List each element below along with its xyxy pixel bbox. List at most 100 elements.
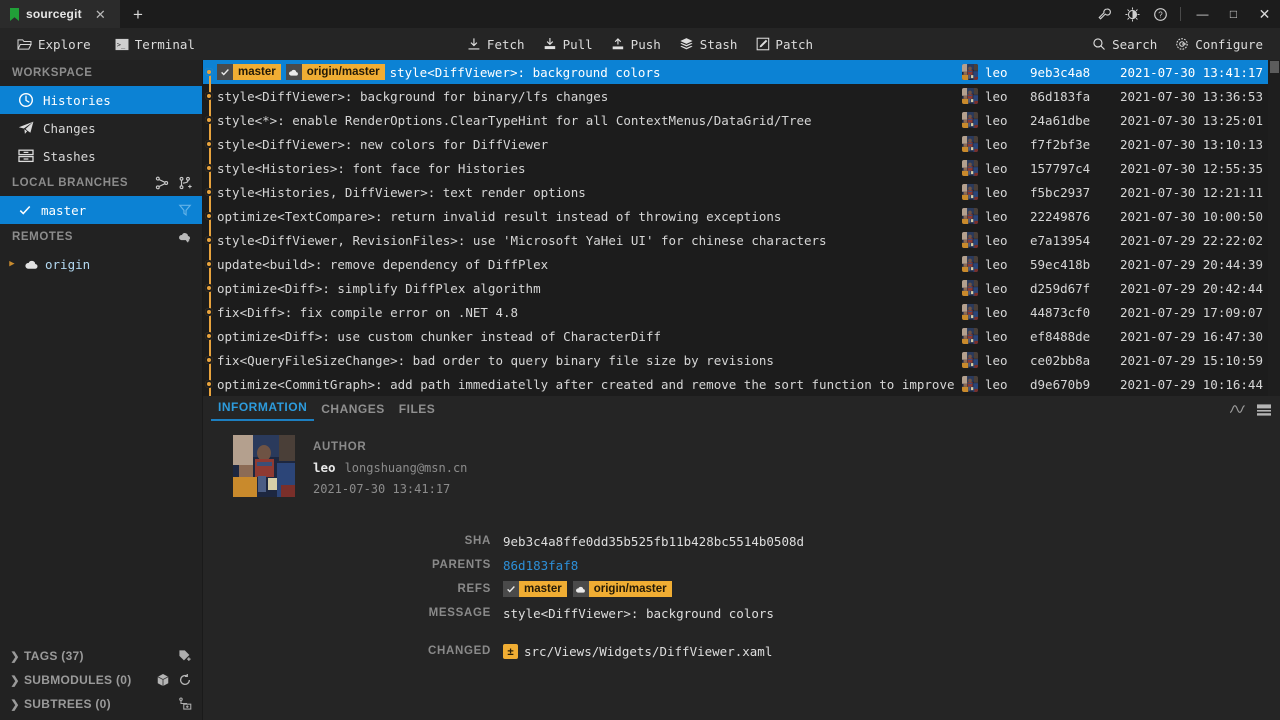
sidebar-item-stashes[interactable]: Stashes [0, 142, 202, 170]
add-tag-icon[interactable] [178, 649, 192, 663]
tab-files[interactable]: FILES [392, 396, 443, 421]
ref-badge[interactable]: origin/master [572, 581, 672, 597]
table-row[interactable]: master origin/master style<DiffViewer>: ba… [203, 60, 1280, 84]
sidebar-group-actions [178, 649, 192, 663]
ref-badge[interactable]: master [503, 581, 567, 597]
sidebar-group-submodules[interactable]: ❯ SUBMODULES (0) [0, 668, 202, 692]
commit-list-scrollbar[interactable] [1268, 60, 1280, 396]
cube-icon[interactable] [156, 673, 170, 687]
new-branch-icon[interactable] [178, 176, 192, 190]
terminal-button[interactable]: >_ Terminal [106, 28, 204, 60]
title-drag-area [156, 0, 1090, 28]
window-close-button[interactable]: ✕ [1249, 0, 1280, 28]
sidebar-group-actions [178, 697, 192, 711]
close-icon[interactable]: ✕ [93, 8, 108, 21]
commit-subject-cell: style<Histories, DiffViewer>: text rende… [217, 185, 962, 200]
commit-author-cell: leo [962, 160, 1030, 176]
chevron-right-icon[interactable]: ▶ [6, 259, 18, 269]
commit-sha-cell: ce02bb8a [1030, 352, 1091, 368]
stash-label: Stash [699, 36, 738, 52]
toolbar-right-group: Search Configure [1083, 28, 1272, 60]
sidebar-item-branch-master[interactable]: master [0, 196, 202, 224]
commit-time-cell: 2021-07-29 20:44:39 [1120, 256, 1263, 272]
maximize-button[interactable]: □ [1218, 0, 1249, 28]
sidebar-item-changes[interactable]: Changes [0, 114, 202, 142]
add-remote-icon[interactable] [177, 230, 192, 244]
commit-time-cell: 2021-07-30 13:41:17 [1120, 64, 1263, 80]
ref-badge[interactable]: master [217, 64, 281, 80]
filter-icon[interactable] [178, 203, 192, 217]
commit-list[interactable]: master origin/master style<DiffViewer>: ba… [203, 60, 1280, 396]
refs-badges: master origin/master [503, 581, 1280, 597]
explore-button[interactable]: Explore [8, 28, 100, 60]
theme-icon[interactable] [1118, 0, 1146, 28]
search-button[interactable]: Search [1083, 28, 1166, 60]
patch-label: Patch [775, 36, 814, 52]
refresh-icon[interactable] [178, 673, 192, 687]
scrollbar-thumb[interactable] [1270, 61, 1279, 73]
minimize-button[interactable]: — [1187, 0, 1218, 28]
commit-subject-cell: update<build>: remove dependency of Diff… [217, 257, 962, 272]
new-tab-button[interactable]: + [120, 0, 156, 28]
bookmark-icon [10, 7, 19, 21]
commit-author-cell: leo [962, 304, 1030, 320]
pull-button[interactable]: Pull [534, 28, 602, 60]
commit-graph-cell [203, 252, 217, 276]
table-row[interactable]: style<DiffViewer>: new colors for DiffVi… [203, 132, 1280, 156]
commit-author-cell: leo [962, 328, 1030, 344]
push-button[interactable]: Push [602, 28, 670, 60]
table-row[interactable]: style<DiffViewer>: background for binary… [203, 84, 1280, 108]
table-row[interactable]: style<Histories>: font face for Historie… [203, 156, 1280, 180]
table-row[interactable]: optimize<TextCompare>: return invalid re… [203, 204, 1280, 228]
chevron-right-icon: ❯ [10, 698, 20, 711]
table-row[interactable]: style<*>: enable RenderOptions.ClearType… [203, 108, 1280, 132]
search-icon [1092, 37, 1106, 51]
parent-sha-link[interactable]: 86d183faf8 [503, 558, 1280, 573]
table-row[interactable]: style<DiffViewer, RevisionFiles>: use 'M… [203, 228, 1280, 252]
avatar [962, 376, 978, 392]
terminal-label: Terminal [134, 36, 195, 52]
ref-badge[interactable]: origin/master [285, 64, 385, 80]
patch-button[interactable]: Patch [746, 28, 822, 60]
repo-tab[interactable]: sourcegit ✕ [0, 0, 120, 28]
graph-node-icon [205, 212, 213, 220]
commit-author-cell: leo [962, 232, 1030, 248]
commit-graph-cell [203, 324, 217, 348]
table-row[interactable]: optimize<Diff>: use custom chunker inste… [203, 324, 1280, 348]
layout-split-icon[interactable] [1256, 403, 1272, 417]
sidebar-item-label: master [41, 202, 87, 218]
branch-compare-icon[interactable] [155, 176, 169, 190]
wrench-icon[interactable] [1090, 0, 1118, 28]
cloud-icon [24, 258, 39, 271]
field-value[interactable]: 9eb3c4a8ffe0dd35b525fb11b428bc5514b0508d [503, 534, 1280, 549]
changed-file-row[interactable]: ± src/Views/Widgets/DiffViewer.xaml [503, 643, 1280, 659]
configure-button[interactable]: Configure [1166, 28, 1272, 60]
field-parents: PARENTS 86d183faf8 [203, 553, 1280, 577]
tab-changes[interactable]: CHANGES [314, 396, 392, 421]
sidebar-item-remote-origin[interactable]: ▶ origin [0, 250, 202, 278]
fetch-button[interactable]: Fetch [458, 28, 534, 60]
sidebar-group-actions [155, 176, 192, 190]
sidebar-item-histories[interactable]: Histories [0, 86, 202, 114]
table-row[interactable]: fix<QueryFileSizeChange>: bad order to q… [203, 348, 1280, 372]
add-subtree-icon[interactable] [178, 697, 192, 711]
table-row[interactable]: style<Histories, DiffViewer>: text rende… [203, 180, 1280, 204]
table-row[interactable]: optimize<CommitGraph>: add path immediat… [203, 372, 1280, 396]
commit-graph-cell [203, 108, 217, 132]
avatar [962, 136, 978, 152]
table-row[interactable]: optimize<Diff>: simplify DiffPlex algori… [203, 276, 1280, 300]
stash-button[interactable]: Stash [670, 28, 747, 60]
graph-wave-icon[interactable] [1229, 402, 1246, 417]
graph-node-icon [205, 92, 213, 100]
sidebar-group-tags[interactable]: ❯ TAGS (37) [0, 644, 202, 668]
sidebar-group-label: WORKSPACE [12, 67, 93, 79]
table-row[interactable]: fix<Diff>: fix compile error on .NET 4.8… [203, 300, 1280, 324]
table-row[interactable]: update<build>: remove dependency of Diff… [203, 252, 1280, 276]
sidebar-group-subtrees[interactable]: ❯ SUBTREES (0) [0, 692, 202, 716]
field-sha: SHA 9eb3c4a8ffe0dd35b525fb11b428bc5514b0… [203, 529, 1280, 553]
commit-subject-cell: style<DiffViewer>: background for binary… [217, 89, 962, 104]
field-refs: REFS master origin/master [203, 577, 1280, 601]
tab-information[interactable]: INFORMATION [211, 396, 315, 421]
help-icon[interactable]: ? [1146, 0, 1174, 28]
graph-node-icon [205, 164, 213, 172]
